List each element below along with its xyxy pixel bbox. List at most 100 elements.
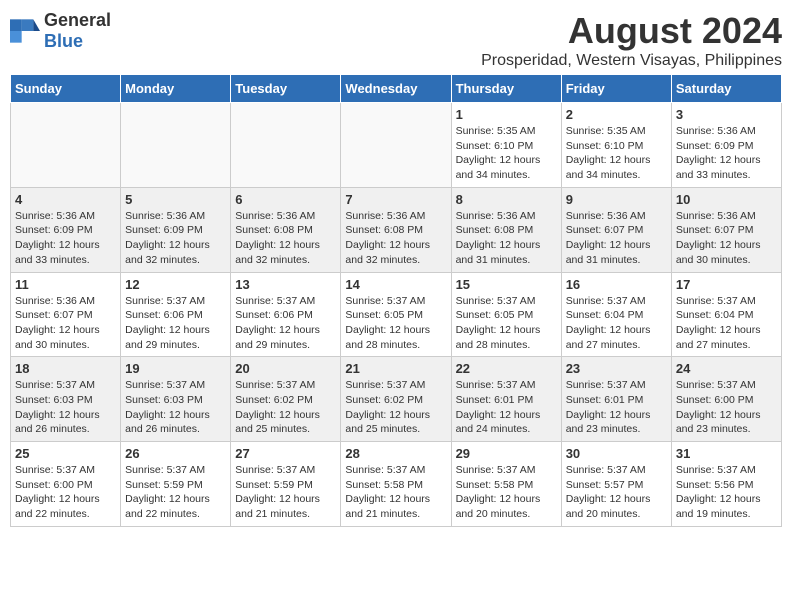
day-number: 18 xyxy=(15,361,116,376)
day-number: 10 xyxy=(676,192,777,207)
day-info: Sunrise: 5:36 AM Sunset: 6:07 PM Dayligh… xyxy=(676,209,777,268)
calendar-cell: 23 Sunrise: 5:37 AM Sunset: 6:01 PM Dayli… xyxy=(561,357,671,442)
calendar-cell: 14Sunrise: 5:37 AM Sunset: 6:05 PM Dayli… xyxy=(341,272,451,357)
calendar-cell: 9 Sunrise: 5:36 AM Sunset: 6:07 PM Daylig… xyxy=(561,187,671,272)
calendar-cell xyxy=(11,103,121,188)
calendar-cell: 20Sunrise: 5:37 AM Sunset: 6:02 PM Dayli… xyxy=(231,357,341,442)
day-number: 4 xyxy=(15,192,116,207)
day-info: Sunrise: 5:37 AM Sunset: 6:05 PM Dayligh… xyxy=(345,294,446,353)
day-number: 9 xyxy=(566,192,667,207)
day-info: Sunrise: 5:37 AM Sunset: 5:57 PM Dayligh… xyxy=(566,463,667,522)
day-number: 6 xyxy=(235,192,336,207)
day-number: 17 xyxy=(676,277,777,292)
calendar-cell: 1 Sunrise: 5:35 AM Sunset: 6:10 PM Daylig… xyxy=(451,103,561,188)
logo-text-blue: Blue xyxy=(44,31,83,51)
day-info: Sunrise: 5:37 AM Sunset: 6:01 PM Dayligh… xyxy=(566,378,667,437)
day-number: 8 xyxy=(456,192,557,207)
page-header: General Blue August 2024 Prosperidad, We… xyxy=(10,10,782,70)
day-info: Sunrise: 5:36 AM Sunset: 6:08 PM Dayligh… xyxy=(456,209,557,268)
day-info: Sunrise: 5:36 AM Sunset: 6:07 PM Dayligh… xyxy=(15,294,116,353)
calendar-header-wednesday: Wednesday xyxy=(341,75,451,103)
day-number: 15 xyxy=(456,277,557,292)
calendar-cell: 8 Sunrise: 5:36 AM Sunset: 6:08 PM Daylig… xyxy=(451,187,561,272)
day-info: Sunrise: 5:35 AM Sunset: 6:10 PM Dayligh… xyxy=(566,124,667,183)
day-number: 7 xyxy=(345,192,446,207)
calendar-header-thursday: Thursday xyxy=(451,75,561,103)
calendar-cell: 6 Sunrise: 5:36 AM Sunset: 6:08 PM Daylig… xyxy=(231,187,341,272)
day-number: 22 xyxy=(456,361,557,376)
day-info: Sunrise: 5:37 AM Sunset: 5:59 PM Dayligh… xyxy=(235,463,336,522)
calendar-cell: 4 Sunrise: 5:36 AM Sunset: 6:09 PM Daylig… xyxy=(11,187,121,272)
calendar-cell: 11 Sunrise: 5:36 AM Sunset: 6:07 PM Dayli… xyxy=(11,272,121,357)
day-info: Sunrise: 5:36 AM Sunset: 6:08 PM Dayligh… xyxy=(235,209,336,268)
day-info: Sunrise: 5:37 AM Sunset: 5:58 PM Dayligh… xyxy=(456,463,557,522)
day-number: 13 xyxy=(235,277,336,292)
day-info: Sunrise: 5:36 AM Sunset: 6:07 PM Dayligh… xyxy=(566,209,667,268)
calendar-cell: 18 Sunrise: 5:37 AM Sunset: 6:03 PM Dayli… xyxy=(11,357,121,442)
day-info: Sunrise: 5:37 AM Sunset: 5:58 PM Dayligh… xyxy=(345,463,446,522)
calendar-cell: 10 Sunrise: 5:36 AM Sunset: 6:07 PM Dayli… xyxy=(671,187,781,272)
day-info: Sunrise: 5:37 AM Sunset: 6:04 PM Dayligh… xyxy=(676,294,777,353)
calendar-cell: 26 Sunrise: 5:37 AM Sunset: 5:59 PM Dayli… xyxy=(121,442,231,527)
calendar-header-saturday: Saturday xyxy=(671,75,781,103)
day-info: Sunrise: 5:37 AM Sunset: 5:56 PM Dayligh… xyxy=(676,463,777,522)
day-number: 31 xyxy=(676,446,777,461)
day-info: Sunrise: 5:37 AM Sunset: 6:06 PM Dayligh… xyxy=(125,294,226,353)
day-number: 21 xyxy=(345,361,446,376)
calendar-week-row: 18 Sunrise: 5:37 AM Sunset: 6:03 PM Dayli… xyxy=(11,357,782,442)
calendar-cell: 21 Sunrise: 5:37 AM Sunset: 6:02 PM Dayli… xyxy=(341,357,451,442)
calendar-cell: 22 Sunrise: 5:37 AM Sunset: 6:01 PM Dayli… xyxy=(451,357,561,442)
day-info: Sunrise: 5:37 AM Sunset: 6:03 PM Dayligh… xyxy=(125,378,226,437)
day-number: 19 xyxy=(125,361,226,376)
calendar-cell: 15 Sunrise: 5:37 AM Sunset: 6:05 PM Dayli… xyxy=(451,272,561,357)
day-number: 1 xyxy=(456,107,557,122)
day-number: 29 xyxy=(456,446,557,461)
calendar-cell: 17 Sunrise: 5:37 AM Sunset: 6:04 PM Dayli… xyxy=(671,272,781,357)
calendar-header-row: SundayMondayTuesdayWednesdayThursdayFrid… xyxy=(11,75,782,103)
calendar-cell: 27 Sunrise: 5:37 AM Sunset: 5:59 PM Dayli… xyxy=(231,442,341,527)
calendar-header-tuesday: Tuesday xyxy=(231,75,341,103)
day-info: Sunrise: 5:36 AM Sunset: 6:08 PM Dayligh… xyxy=(345,209,446,268)
calendar-cell: 19 Sunrise: 5:37 AM Sunset: 6:03 PM Dayli… xyxy=(121,357,231,442)
logo: General Blue xyxy=(10,10,111,52)
month-title: August 2024 xyxy=(481,10,782,52)
day-number: 12 xyxy=(125,277,226,292)
day-info: Sunrise: 5:37 AM Sunset: 5:59 PM Dayligh… xyxy=(125,463,226,522)
day-info: Sunrise: 5:37 AM Sunset: 6:05 PM Dayligh… xyxy=(456,294,557,353)
calendar-cell xyxy=(121,103,231,188)
day-info: Sunrise: 5:37 AM Sunset: 6:03 PM Dayligh… xyxy=(15,378,116,437)
calendar-cell: 2 Sunrise: 5:35 AM Sunset: 6:10 PM Daylig… xyxy=(561,103,671,188)
calendar-cell: 31 Sunrise: 5:37 AM Sunset: 5:56 PM Dayli… xyxy=(671,442,781,527)
calendar-cell: 5Sunrise: 5:36 AM Sunset: 6:09 PM Daylig… xyxy=(121,187,231,272)
day-info: Sunrise: 5:35 AM Sunset: 6:10 PM Dayligh… xyxy=(456,124,557,183)
day-info: Sunrise: 5:37 AM Sunset: 6:02 PM Dayligh… xyxy=(345,378,446,437)
day-number: 5 xyxy=(125,192,226,207)
day-info: Sunrise: 5:37 AM Sunset: 6:00 PM Dayligh… xyxy=(676,378,777,437)
day-number: 25 xyxy=(15,446,116,461)
calendar-cell: 16Sunrise: 5:37 AM Sunset: 6:04 PM Dayli… xyxy=(561,272,671,357)
title-area: August 2024 Prosperidad, Western Visayas… xyxy=(481,10,782,70)
calendar-cell: 24Sunrise: 5:37 AM Sunset: 6:00 PM Dayli… xyxy=(671,357,781,442)
calendar-week-row: 4 Sunrise: 5:36 AM Sunset: 6:09 PM Daylig… xyxy=(11,187,782,272)
calendar-cell: 30Sunrise: 5:37 AM Sunset: 5:57 PM Dayli… xyxy=(561,442,671,527)
calendar-header-sunday: Sunday xyxy=(11,75,121,103)
calendar-cell: 7 Sunrise: 5:36 AM Sunset: 6:08 PM Daylig… xyxy=(341,187,451,272)
day-number: 2 xyxy=(566,107,667,122)
day-info: Sunrise: 5:36 AM Sunset: 6:09 PM Dayligh… xyxy=(676,124,777,183)
calendar-week-row: 25Sunrise: 5:37 AM Sunset: 6:00 PM Dayli… xyxy=(11,442,782,527)
day-info: Sunrise: 5:37 AM Sunset: 6:01 PM Dayligh… xyxy=(456,378,557,437)
day-number: 27 xyxy=(235,446,336,461)
day-number: 23 xyxy=(566,361,667,376)
calendar-header-monday: Monday xyxy=(121,75,231,103)
calendar-cell xyxy=(231,103,341,188)
logo-icon xyxy=(10,19,40,43)
location-subtitle: Prosperidad, Western Visayas, Philippine… xyxy=(481,52,782,70)
day-info: Sunrise: 5:36 AM Sunset: 6:09 PM Dayligh… xyxy=(15,209,116,268)
calendar-cell: 25Sunrise: 5:37 AM Sunset: 6:00 PM Dayli… xyxy=(11,442,121,527)
day-number: 26 xyxy=(125,446,226,461)
day-number: 11 xyxy=(15,277,116,292)
calendar-table: SundayMondayTuesdayWednesdayThursdayFrid… xyxy=(10,74,782,527)
calendar-header-friday: Friday xyxy=(561,75,671,103)
calendar-cell: 12 Sunrise: 5:37 AM Sunset: 6:06 PM Dayli… xyxy=(121,272,231,357)
calendar-cell xyxy=(341,103,451,188)
